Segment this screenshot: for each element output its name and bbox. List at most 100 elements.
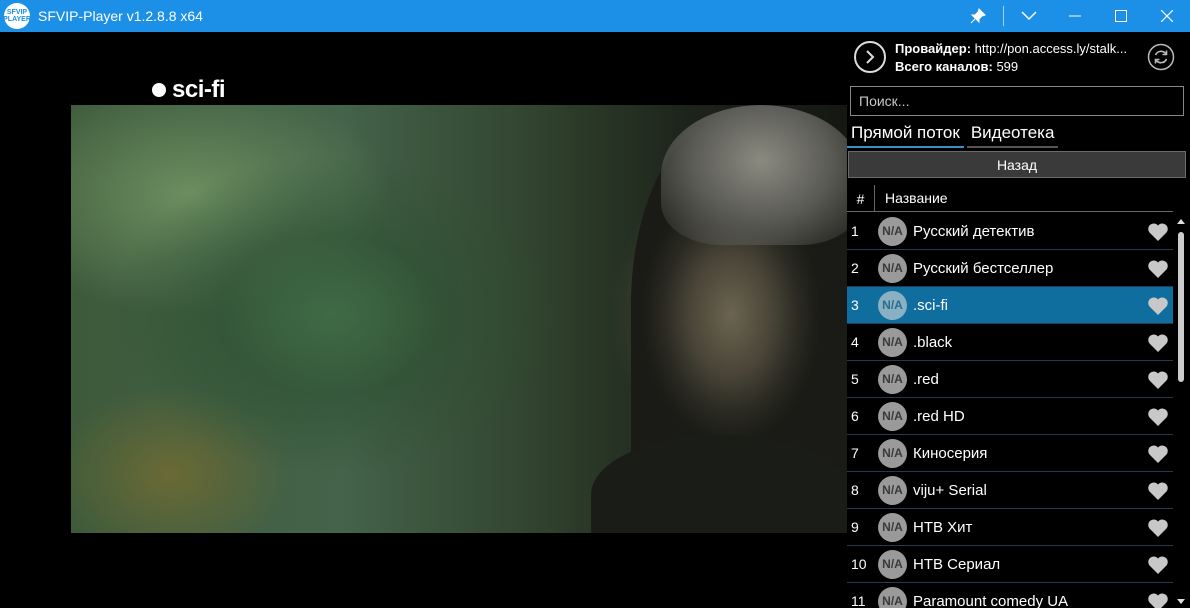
scroll-thumb[interactable] <box>1178 232 1184 382</box>
channel-logo-placeholder-icon: N/A <box>878 364 907 394</box>
channel-sidebar: Провайдер: http://pon.access.ly/stalk...… <box>847 32 1190 608</box>
channel-number: 4 <box>851 334 859 350</box>
heart-icon[interactable] <box>1147 333 1169 353</box>
channel-logo-placeholder-icon: N/A <box>878 475 907 505</box>
heart-icon[interactable] <box>1147 592 1169 608</box>
heart-icon[interactable] <box>1147 296 1169 316</box>
scroll-down-arrow-icon[interactable] <box>1177 599 1185 604</box>
channel-list: 1 N/A Русский детектив 2 N/A Русский бестселл… <box>847 213 1173 608</box>
channel-row[interactable]: 5 N/A .red <box>847 361 1173 398</box>
channel-name: viju+ Serial <box>913 481 987 499</box>
channel-logo-placeholder-icon: N/A <box>878 512 907 542</box>
channel-row[interactable]: 3 N/A .sci-fi <box>847 287 1173 324</box>
channel-logo-placeholder-icon: N/A <box>878 549 907 579</box>
channel-name: НТВ Сериал <box>913 555 1001 573</box>
channel-number: 2 <box>851 260 859 276</box>
channel-number: 8 <box>851 482 859 498</box>
channel-name: Русский бестселлер <box>913 259 1054 277</box>
channel-logo-placeholder-icon: N/A <box>878 401 907 431</box>
titlebar-separator <box>1003 6 1004 26</box>
channel-number: 6 <box>851 408 859 424</box>
chevron-down-icon <box>1021 11 1037 21</box>
heart-icon[interactable] <box>1147 481 1169 501</box>
provider-url: http://pon.access.ly/stalk... <box>974 41 1128 56</box>
channel-row[interactable]: 9 N/A НТВ Хит <box>847 509 1173 546</box>
heart-icon[interactable] <box>1147 444 1169 464</box>
column-header-number[interactable]: # <box>847 184 875 211</box>
video-content-hair <box>661 105 847 245</box>
channel-name: .black <box>913 333 953 351</box>
channel-number: 7 <box>851 445 859 461</box>
channel-row[interactable]: 11 N/A Paramount comedy UA <box>847 583 1173 608</box>
channel-number: 1 <box>851 223 859 239</box>
channel-name: Киносерия <box>913 444 988 462</box>
video-player[interactable]: sci-fi <box>0 32 847 608</box>
app-logo-text: SFVIP PLAYER <box>3 9 31 23</box>
column-header-name[interactable]: Название <box>875 184 948 212</box>
channel-list-header: # Название <box>847 184 1173 212</box>
channel-row[interactable]: 7 N/A Киносерия <box>847 435 1173 472</box>
channel-logo-placeholder-icon: N/A <box>878 253 907 283</box>
tab-video-library[interactable]: Видеотека <box>966 120 1059 148</box>
pin-button[interactable] <box>955 0 1001 32</box>
channel-number: 9 <box>851 519 859 535</box>
channel-logo-placeholder-icon: N/A <box>878 290 907 320</box>
back-button[interactable]: Назад <box>848 151 1186 178</box>
channel-row[interactable]: 4 N/A .black <box>847 324 1173 361</box>
channel-logo-placeholder-icon: N/A <box>878 438 907 468</box>
heart-icon[interactable] <box>1147 518 1169 538</box>
heart-icon[interactable] <box>1147 370 1169 390</box>
window-title: SFVIP-Player v1.2.8.8 x64 <box>38 8 203 24</box>
minimize-button[interactable] <box>1052 0 1098 32</box>
close-button[interactable] <box>1144 0 1190 32</box>
channel-row[interactable]: 2 N/A Русский бестселлер <box>847 250 1173 287</box>
search-input[interactable] <box>850 86 1184 116</box>
dropdown-button[interactable] <box>1006 0 1052 32</box>
channel-number: 5 <box>851 371 859 387</box>
channel-logo-text: sci-fi <box>172 76 226 103</box>
channel-name: Русский детектив <box>913 222 1035 240</box>
provider-next-button[interactable] <box>854 41 886 73</box>
channel-logo-placeholder-icon: N/A <box>878 586 907 608</box>
tab-bar: Прямой поток Видеотека <box>847 120 1059 148</box>
title-bar: SFVIP PLAYER SFVIP-Player v1.2.8.8 x64 <box>0 0 1190 32</box>
channel-name: Paramount comedy UA <box>913 592 1069 608</box>
refresh-icon[interactable] <box>1147 43 1175 71</box>
total-channels-label: Всего каналов: <box>895 59 993 74</box>
channel-list-scrollbar[interactable] <box>1173 213 1190 608</box>
channel-number: 11 <box>851 593 866 608</box>
minimize-icon <box>1069 15 1081 17</box>
maximize-button[interactable] <box>1098 0 1144 32</box>
close-icon <box>1161 10 1173 22</box>
provider-info: Провайдер: http://pon.access.ly/stalk...… <box>895 40 1127 76</box>
maximize-icon <box>1115 10 1127 22</box>
heart-icon[interactable] <box>1147 555 1169 575</box>
channel-number: 10 <box>851 556 867 572</box>
app-logo-icon: SFVIP PLAYER <box>3 3 31 29</box>
channel-name: НТВ Хит <box>913 518 973 536</box>
channel-name: .red <box>913 370 939 388</box>
channel-name: .red HD <box>913 407 965 425</box>
channel-logo-placeholder-icon: N/A <box>878 327 907 357</box>
provider-label: Провайдер: <box>895 41 972 56</box>
channel-row[interactable]: 8 N/A viju+ Serial <box>847 472 1173 509</box>
total-channels-value: 599 <box>996 59 1019 74</box>
arrow-right-circle-icon <box>866 50 875 64</box>
tab-live-stream[interactable]: Прямой поток <box>847 120 964 148</box>
pin-icon <box>970 8 986 24</box>
channel-number: 3 <box>851 297 859 313</box>
heart-icon[interactable] <box>1147 259 1169 279</box>
channel-row[interactable]: 1 N/A Русский детектив <box>847 213 1173 250</box>
channel-logo-dot <box>152 83 166 97</box>
channel-row[interactable]: 6 N/A .red HD <box>847 398 1173 435</box>
channel-logo-placeholder-icon: N/A <box>878 216 907 246</box>
heart-icon[interactable] <box>1147 407 1169 427</box>
channel-row[interactable]: 10 N/A НТВ Сериал <box>847 546 1173 583</box>
channel-logo-overlay: sci-fi <box>152 76 226 104</box>
heart-icon[interactable] <box>1147 222 1169 242</box>
channel-name: .sci-fi <box>913 296 948 314</box>
video-frame[interactable] <box>71 105 847 533</box>
window-controls <box>955 0 1190 32</box>
video-content-shoulder <box>591 435 847 533</box>
scroll-up-arrow-icon[interactable] <box>1177 219 1185 224</box>
